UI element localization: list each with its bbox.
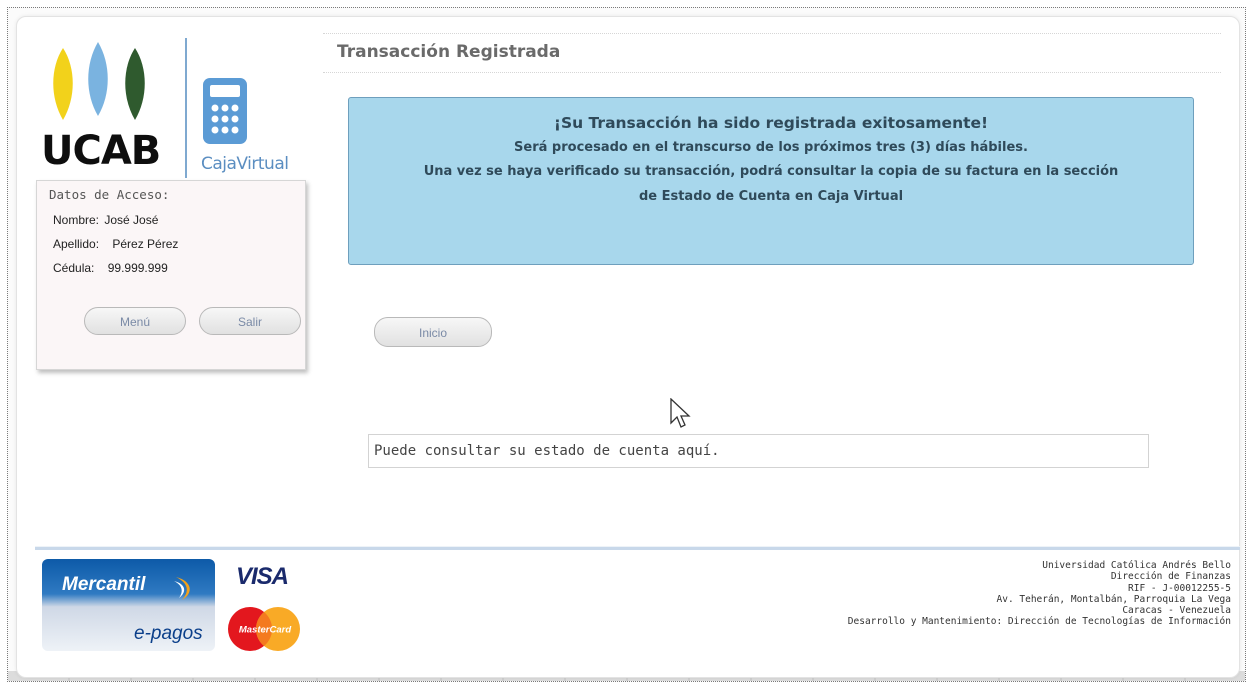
mastercard-logo: MasterCard [226, 605, 304, 657]
ucab-wordmark: UCAB [41, 128, 161, 174]
calculator-icon [201, 76, 249, 150]
visa-logo: VISA [236, 563, 289, 590]
footer-line-1: Universidad Católica Andrés Bello [1042, 560, 1231, 571]
ucab-flames-icon [53, 42, 145, 120]
lastname-label: Apellido: [53, 237, 100, 251]
footer-line-4: Av. Teherán, Montalbán, Parroquia La Veg… [996, 593, 1232, 605]
epagos-label: e-pagos [134, 623, 203, 644]
success-line-2: Una vez se haya verificado su transacció… [423, 164, 1119, 179]
footer-line-2: Dirección de Finanzas [1110, 571, 1231, 583]
caja-virtual-label: CajaVirtual [201, 154, 289, 174]
access-row-id: Cédula: 99.999.999 [53, 261, 168, 275]
success-line-3: de Estado de Cuenta en Caja Virtual [638, 189, 904, 204]
access-row-name: Nombre: José José [53, 213, 158, 227]
footer-line-6: Desarrollo y Mantenimiento: Dirección de… [847, 616, 1231, 628]
mercantil-epagos-logo: Mercantil e-pagos [42, 559, 215, 651]
page-header: Transacción Registrada [323, 33, 1221, 73]
name-value: José José [104, 213, 159, 227]
page-title: Transacción Registrada [337, 42, 561, 62]
mouse-cursor-icon [670, 397, 692, 434]
footer-line-5: Caracas - Venezuela [1122, 605, 1231, 617]
access-row-lastname: Apellido: Pérez Pérez [53, 237, 178, 251]
id-label: Cédula: [53, 261, 95, 275]
mercantil-label: Mercantil [62, 574, 146, 595]
logo-divider [185, 38, 187, 178]
mastercard-label: MasterCard [239, 625, 291, 636]
footer-info: Universidad Católica Andrés Bello Direcc… [848, 560, 1231, 628]
home-button[interactable]: Inicio [374, 317, 492, 347]
access-title: Datos de Acceso: [49, 187, 170, 202]
success-title: ¡Su Transacción ha sido registrada exito… [553, 114, 989, 132]
success-line-1: Será procesado en el transcurso de los p… [514, 140, 1028, 155]
footer-divider [35, 546, 1240, 550]
access-panel: Datos de Acceso: Nombre: José José Apell… [36, 180, 306, 370]
logout-button[interactable]: Salir [199, 307, 301, 335]
id-value: 99.999.999 [107, 261, 168, 275]
footer-line-3: RIF - J-00012255-5 [1128, 582, 1231, 594]
account-statement-link[interactable]: Puede consultar su estado de cuenta aquí… [368, 434, 1149, 468]
mercantil-swoosh-icon [170, 573, 200, 607]
menu-button[interactable]: Menú [84, 307, 186, 335]
success-message: ¡Su Transacción ha sido registrada exito… [348, 97, 1194, 265]
lastname-value: Pérez Pérez [112, 237, 179, 251]
name-label: Nombre: [53, 213, 100, 227]
